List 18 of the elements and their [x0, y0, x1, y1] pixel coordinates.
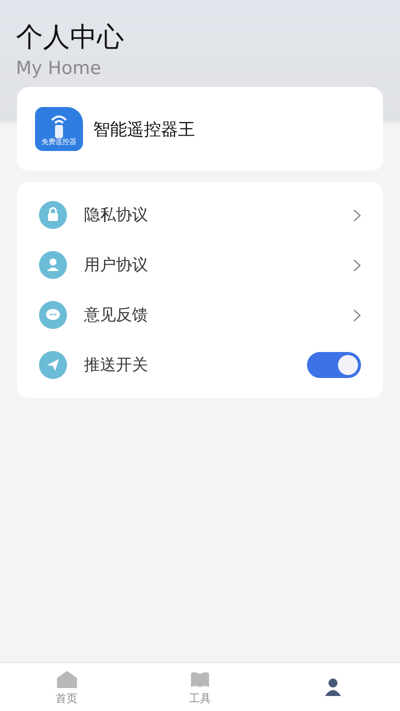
lock-icon	[39, 201, 67, 229]
chevron-icon[interactable]	[353, 308, 361, 322]
home-icon	[56, 668, 78, 688]
page-subtitle: My Home	[16, 58, 102, 79]
user-icon	[39, 251, 67, 279]
app-name: 智能遥控器王	[93, 118, 195, 140]
menu-label[interactable]: 意见反馈	[84, 304, 353, 326]
chevron-icon[interactable]	[353, 208, 361, 222]
chevron-icon[interactable]	[353, 258, 361, 272]
menu-label[interactable]: 隐私协议	[84, 204, 353, 226]
toggle-switch[interactable]	[307, 352, 361, 378]
menu-label[interactable]: 用户协议	[84, 254, 353, 276]
menu-label: 推送开关	[84, 354, 149, 376]
tab[interactable]: 首页	[0, 663, 134, 711]
send-icon	[39, 351, 67, 379]
chat-icon	[39, 301, 67, 329]
page-title: 个人中心	[16, 22, 125, 54]
tab[interactable]: 工具	[133, 663, 267, 711]
